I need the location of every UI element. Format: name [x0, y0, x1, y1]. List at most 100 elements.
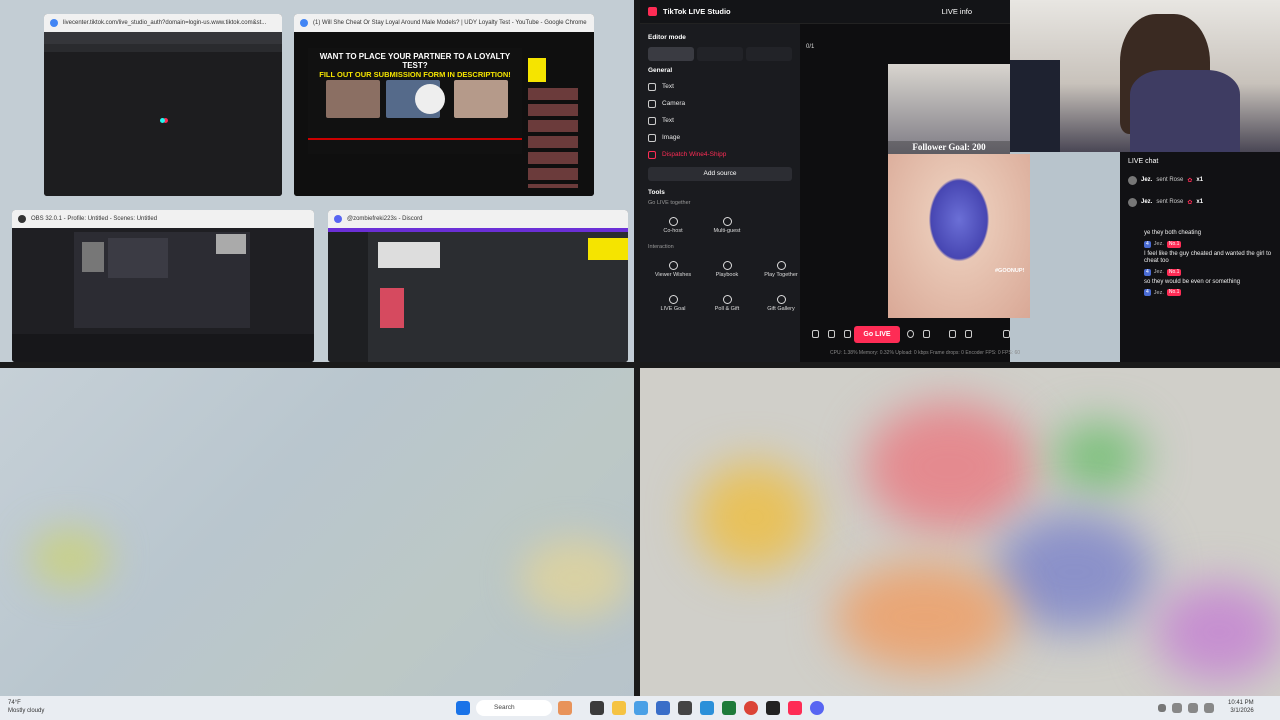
task-view-icon[interactable] [590, 701, 604, 715]
edge-icon[interactable] [700, 701, 714, 715]
window-content [44, 32, 282, 196]
sidebar-ad[interactable] [528, 58, 546, 82]
studio-sidebar: Editor mode General Text Camera Text Ima… [640, 24, 800, 362]
beauty-icon[interactable] [843, 330, 851, 338]
obs-preview-source [108, 238, 168, 278]
chat-username[interactable]: Jez. [1141, 199, 1152, 205]
chrome-taskbar-icon[interactable] [744, 701, 758, 715]
window-title: livecenter.tiktok.com/live_studio_auth?d… [63, 20, 267, 26]
interaction-tools: Viewer Wishes Playbook Play Together LIV… [648, 254, 798, 318]
video-progress-bar[interactable] [308, 138, 522, 140]
obs-docks [12, 334, 314, 362]
taskbar-search[interactable]: Search [476, 700, 552, 716]
settings-icon[interactable] [949, 330, 957, 338]
source-item[interactable]: Image [648, 129, 792, 146]
play-icon[interactable] [415, 84, 445, 114]
tool-label: Multi-guest [713, 227, 741, 234]
discord-attachment[interactable] [380, 288, 404, 328]
play-together-button[interactable]: Play Together [756, 254, 806, 284]
widget-icon[interactable] [558, 701, 572, 715]
discord-attachment[interactable] [378, 242, 440, 268]
search-label: Search [494, 704, 515, 711]
app-icon[interactable] [656, 701, 670, 715]
recommended-videos-list[interactable] [528, 88, 578, 188]
source-item[interactable]: Text [648, 112, 792, 129]
source-item[interactable]: Dispatch Wine4-Shipp [648, 146, 792, 163]
obs-taskbar-icon[interactable] [766, 701, 780, 715]
youtube-video-player[interactable]: WANT TO PLACE YOUR PARTNER TO A LOYALTY … [308, 48, 522, 154]
gift-gallery-button[interactable]: Gift Gallery [756, 288, 806, 318]
rose-icon: ✿ [1187, 199, 1193, 206]
add-source-button[interactable]: Add source [648, 167, 792, 181]
editor-mode-dropdown[interactable]: Editor mode [648, 34, 792, 41]
overlay-tag-text: #GOONUP! [995, 268, 1025, 274]
chat-title: LIVE chat [1128, 158, 1159, 165]
portrait-layout-tab[interactable] [648, 47, 694, 61]
app-icon[interactable] [678, 701, 692, 715]
microphone-icon[interactable] [1003, 330, 1010, 338]
follower-goal-text: Follower Goal: 200 [888, 141, 1010, 154]
viewer-wishes-button[interactable]: Viewer Wishes [648, 254, 698, 284]
wallpaper-blob [864, 402, 1034, 532]
app-icon[interactable] [634, 701, 648, 715]
rank-badge: No.1 [1166, 289, 1182, 296]
effects-icon[interactable] [812, 330, 819, 338]
source-label: Camera [662, 100, 686, 107]
wallpaper-blob [520, 538, 630, 618]
filter-icon[interactable] [827, 330, 835, 338]
streamer-shirt [1130, 70, 1240, 152]
weather-widget[interactable]: 74°F Mostly cloudy [8, 699, 44, 715]
gift-message: Jez. sent Rose ✿ x1 [1128, 191, 1272, 213]
general-scene-dropdown[interactable]: General [648, 67, 792, 74]
source-item[interactable]: Camera [648, 95, 792, 112]
live-goal-button[interactable]: LIVE Goal [648, 288, 698, 318]
app-icon[interactable] [722, 701, 736, 715]
more-icon[interactable] [923, 330, 931, 338]
snap-divider[interactable] [0, 362, 1280, 368]
clock[interactable]: 10:41 PM 3/1/2026 [1228, 699, 1254, 715]
file-explorer-icon[interactable] [612, 701, 626, 715]
landscape-layout-tab[interactable] [697, 47, 743, 61]
discord-window[interactable]: @zombiefreki223s - Discord [328, 210, 628, 362]
chrome-youtube-window[interactable]: (1) Will She Cheat Or Stay Loyal Around … [294, 14, 594, 196]
co-host-button[interactable]: Co-host [648, 210, 698, 240]
speaker-icon[interactable] [965, 330, 973, 338]
chat-spacer [1128, 213, 1272, 227]
level-badge: 4 [1144, 289, 1151, 296]
avatar [1128, 175, 1137, 185]
volume-icon[interactable] [1188, 703, 1198, 713]
source-label: Text [662, 117, 674, 124]
window-titlebar: @zombiefreki223s - Discord [328, 210, 628, 228]
network-icon[interactable] [1172, 703, 1182, 713]
chat-username[interactable]: Jez. [1141, 177, 1152, 183]
wallpaper-blob [30, 528, 110, 588]
wallpaper-blob [694, 462, 814, 572]
rank-badge: No.1 [1166, 268, 1182, 276]
poll-gift-button[interactable]: Poll & Gift [702, 288, 752, 318]
custom-layout-tab[interactable] [746, 47, 792, 61]
chevron-up-icon[interactable] [1158, 704, 1166, 712]
tool-label: Playbook [715, 271, 739, 278]
tiktok-live-studio-window[interactable]: TikTok LIVE Studio LIVE info Editor mode… [640, 0, 1030, 362]
source-item[interactable]: Text [648, 78, 792, 95]
source-label: Text [662, 83, 674, 90]
chrome-tiktok-window[interactable]: livecenter.tiktok.com/live_studio_auth?d… [44, 14, 282, 196]
obs-window[interactable]: OBS 32.0.1 - Profile: Untitled - Scenes:… [12, 210, 314, 362]
live-chat-panel[interactable]: LIVE chat Jez. sent Rose ✿ x1 Jez. sent … [1120, 152, 1280, 362]
chat-username[interactable]: Jez. [1154, 241, 1164, 247]
clip-icon[interactable] [907, 330, 915, 338]
chat-username[interactable]: Jez. [1154, 269, 1164, 275]
multi-guest-button[interactable]: Multi-guest [702, 210, 752, 240]
battery-icon[interactable] [1204, 703, 1214, 713]
go-live-button[interactable]: Go LIVE [854, 326, 900, 343]
chat-username[interactable]: Jez. [1154, 290, 1164, 296]
start-icon[interactable] [456, 701, 470, 715]
live-info-button[interactable]: LIVE info [942, 7, 972, 16]
tiktok-studio-taskbar-icon[interactable] [788, 701, 802, 715]
stream-preview[interactable]: 0/1 Follower Goal: 200 #GOONUP! [800, 24, 1030, 362]
weather-description: Mostly cloudy [8, 708, 45, 714]
chrome-icon [50, 19, 58, 27]
discord-taskbar-icon[interactable] [810, 701, 824, 715]
playbook-button[interactable]: Playbook [702, 254, 752, 284]
source-label: Image [662, 134, 681, 141]
